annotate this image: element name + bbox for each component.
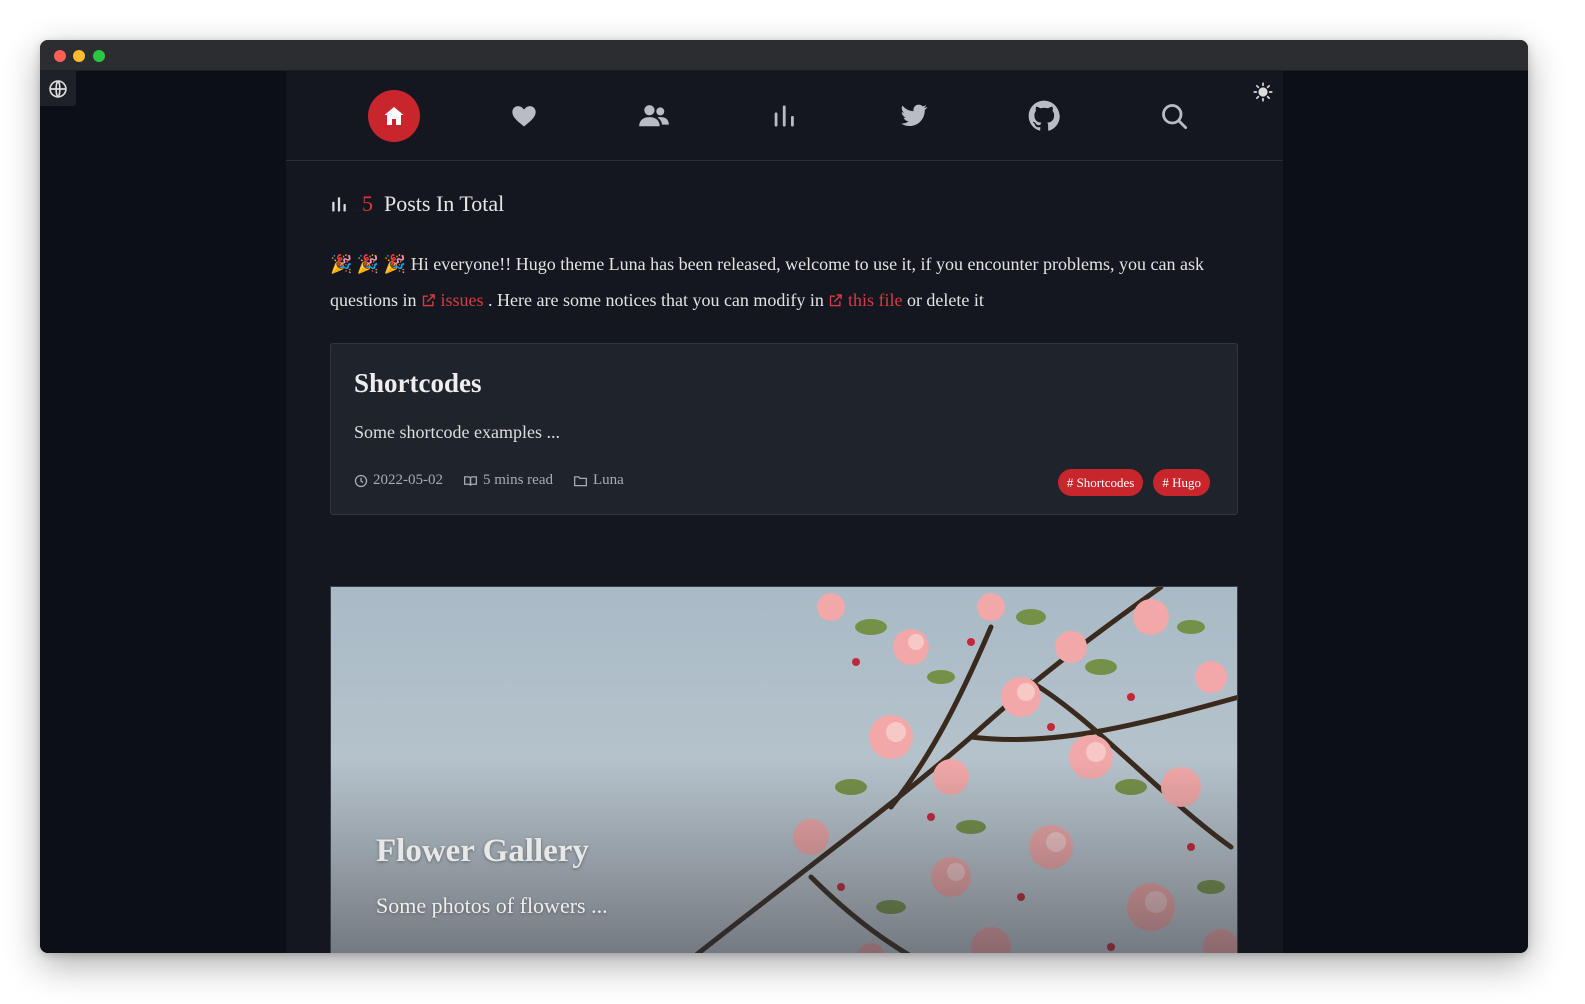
globe-icon bbox=[49, 79, 67, 98]
nav-search[interactable] bbox=[1148, 90, 1200, 142]
post-category[interactable]: Luna bbox=[573, 472, 624, 489]
issues-link[interactable]: issues bbox=[421, 290, 488, 310]
notice-text: 🎉 🎉 🎉 Hi everyone!! Hugo theme Luna has … bbox=[330, 246, 1230, 318]
post-read-time-text: 5 mins read bbox=[483, 472, 553, 488]
bar-chart-icon bbox=[332, 197, 346, 212]
post-tags: # Shortcodes # Hugo bbox=[1057, 469, 1210, 496]
nav-about[interactable] bbox=[628, 90, 680, 142]
featured-post-card[interactable]: Flower Gallery Some photos of flowers ..… bbox=[330, 586, 1238, 953]
search-icon bbox=[1162, 104, 1188, 130]
nav-favorites[interactable] bbox=[498, 90, 550, 142]
github-icon bbox=[1028, 100, 1060, 131]
language-switcher-button[interactable] bbox=[40, 71, 76, 106]
post-card[interactable]: Shortcodes Some shortcode examples ... 2… bbox=[330, 343, 1238, 515]
main-column: 5 Posts In Total 🎉 🎉 🎉 Hi everyone!! Hug… bbox=[286, 71, 1283, 953]
home-icon bbox=[384, 107, 404, 125]
sun-icon bbox=[1253, 82, 1273, 102]
posts-count: 5 bbox=[362, 191, 373, 216]
twitter-icon bbox=[901, 104, 928, 127]
posts-summary-label: Posts In Total bbox=[384, 191, 505, 216]
close-window-button[interactable] bbox=[54, 50, 66, 62]
notice-text-part-3: or delete it bbox=[906, 290, 984, 310]
post-date-text: 2022-05-02 bbox=[373, 472, 443, 488]
nav-archives[interactable] bbox=[758, 90, 810, 142]
minimize-window-button[interactable] bbox=[73, 50, 85, 62]
post-title[interactable]: Shortcodes bbox=[354, 368, 482, 399]
browser-window: 5 Posts In Total 🎉 🎉 🎉 Hi everyone!! Hug… bbox=[40, 40, 1528, 953]
post-category-text: Luna bbox=[592, 472, 624, 488]
featured-post-summary: Some photos of flowers ... bbox=[376, 893, 608, 918]
post-summary: Some shortcode examples ... bbox=[354, 422, 560, 442]
heart-icon bbox=[512, 106, 536, 127]
post-meta: 2022-05-02 5 mins read Luna bbox=[354, 472, 644, 489]
theme-toggle-button[interactable] bbox=[1250, 79, 1276, 105]
book-icon bbox=[464, 475, 477, 486]
nav-home[interactable] bbox=[368, 90, 420, 142]
post-date: 2022-05-02 bbox=[354, 472, 443, 489]
nav-twitter[interactable] bbox=[888, 90, 940, 142]
posts-summary: 5 Posts In Total bbox=[330, 187, 504, 221]
users-icon bbox=[639, 105, 669, 127]
this-file-link[interactable]: this file bbox=[828, 290, 907, 310]
tag-hugo[interactable]: # Hugo bbox=[1153, 469, 1210, 496]
page-content: 5 Posts In Total 🎉 🎉 🎉 Hi everyone!! Hug… bbox=[40, 71, 1528, 953]
maximize-window-button[interactable] bbox=[93, 50, 105, 62]
nav-github[interactable] bbox=[1018, 90, 1070, 142]
issues-link-label: issues bbox=[440, 290, 484, 310]
external-link-icon bbox=[830, 294, 843, 307]
tag-shortcodes[interactable]: # Shortcodes bbox=[1057, 469, 1144, 496]
bar-chart-icon bbox=[774, 105, 794, 127]
notice-text-part-2: . Here are some notices that you can mod… bbox=[488, 290, 824, 310]
external-link-icon bbox=[422, 294, 435, 307]
folder-icon bbox=[574, 475, 587, 486]
featured-post-title[interactable]: Flower Gallery bbox=[376, 833, 589, 870]
window-titlebar bbox=[40, 40, 1528, 71]
notice-emojis: 🎉 🎉 🎉 bbox=[330, 254, 407, 274]
post-read-time: 5 mins read bbox=[463, 472, 553, 489]
this-file-link-label: this file bbox=[847, 290, 903, 310]
clock-icon bbox=[354, 474, 368, 487]
top-navbar bbox=[286, 71, 1283, 161]
